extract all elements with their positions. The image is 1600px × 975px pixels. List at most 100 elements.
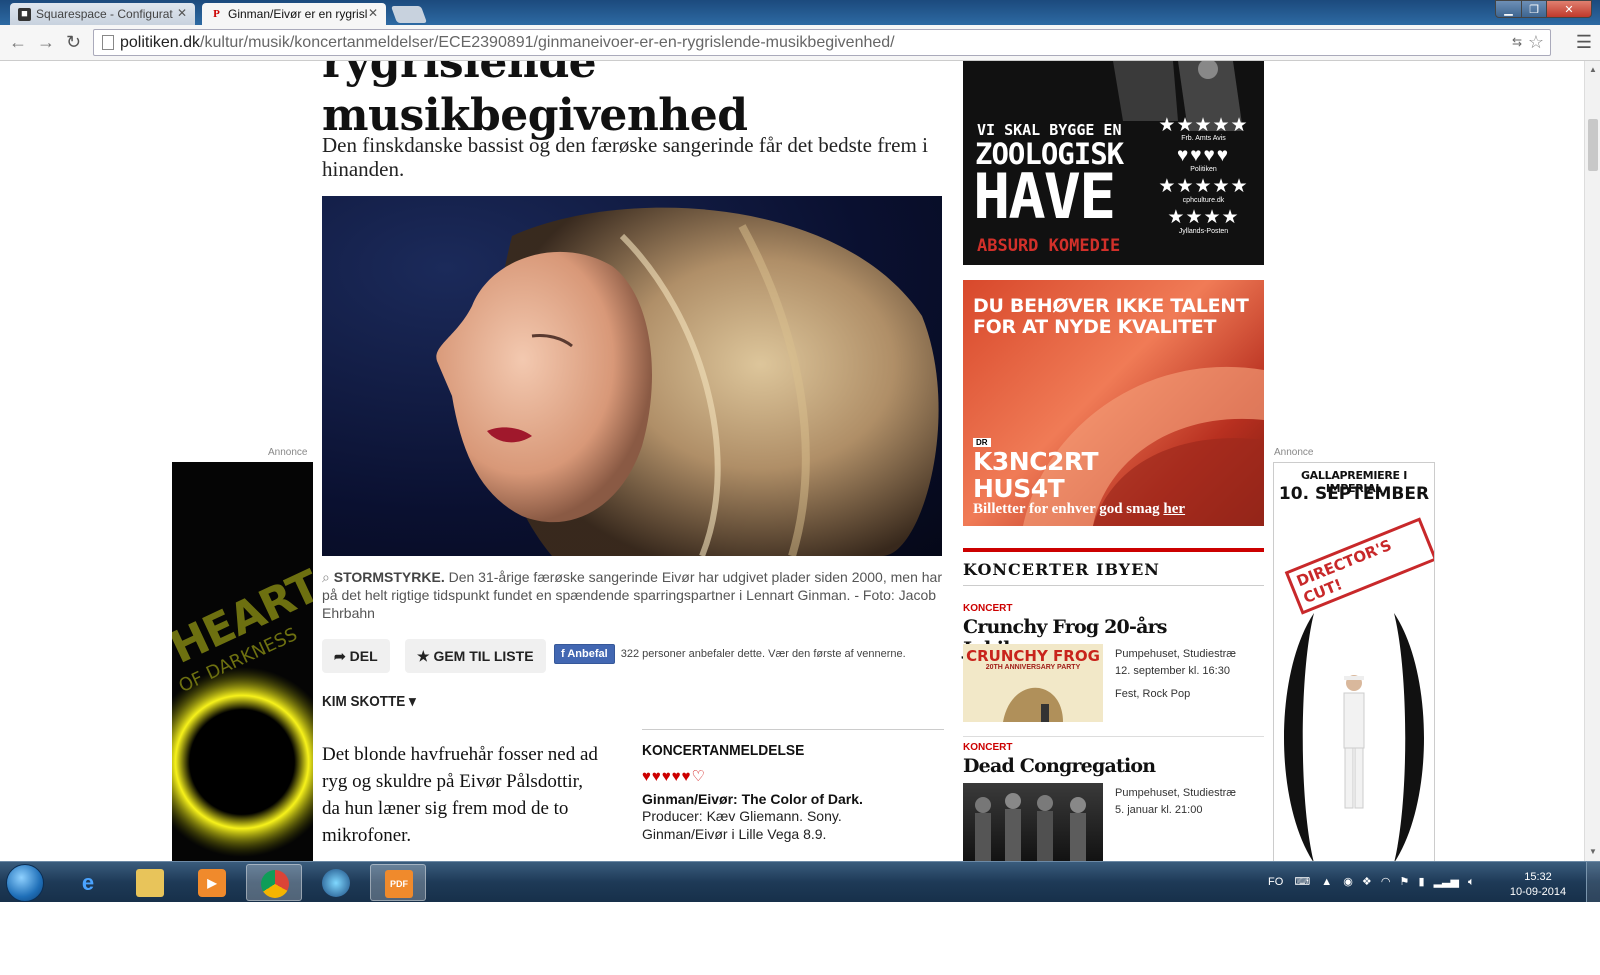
- event-title[interactable]: Dead Congregation: [963, 755, 1264, 777]
- taskbar-pdf[interactable]: PDF: [370, 864, 426, 901]
- browser-titlebar: ■ Squarespace - Configurat ✕ P Ginman/Ei…: [0, 0, 1600, 25]
- event-tag: KONCERT: [963, 603, 1013, 614]
- gallapremiere-ad[interactable]: GALLAPREMIERE I IMPERIAL 10. SEPTEMBER D…: [1273, 462, 1435, 861]
- save-to-list-button[interactable]: ★ GEM TIL LISTE: [405, 639, 546, 673]
- signal-icon[interactable]: ▂▃▅: [1434, 876, 1459, 888]
- address-bar[interactable]: politiken.dk/kultur/musik/koncertanmelde…: [93, 29, 1551, 56]
- start-button[interactable]: [6, 864, 44, 902]
- concerts-section-title: KONCERTER IBYEN: [963, 560, 1160, 579]
- heart-of-darkness-ad[interactable]: HEART OF DARKNESS: [172, 462, 313, 861]
- star-icon: ★: [417, 648, 430, 664]
- internet-explorer-icon: e: [81, 870, 95, 895]
- article-headline: rygrislende musikbegivenhed: [322, 61, 748, 141]
- url-text[interactable]: politiken.dk/kultur/musik/koncertanmelde…: [120, 34, 895, 52]
- share-arrow-icon: ➦: [334, 648, 346, 664]
- tab-close-icon[interactable]: ✕: [177, 6, 187, 20]
- page-viewport: rygrislende musikbegivenhed Den finskdan…: [0, 61, 1584, 861]
- ad-label-left: Annonce: [268, 447, 308, 458]
- dropbox-icon[interactable]: ❖: [1362, 876, 1372, 888]
- chrome-icon: [261, 870, 289, 898]
- taskbar-chrome[interactable]: [246, 864, 302, 901]
- review-producer: Producer: Kæv Gliemann. Sony.: [642, 808, 842, 824]
- maximize-button[interactable]: ❐: [1521, 0, 1547, 18]
- author-dropdown[interactable]: KIM SKOTTE ▾: [322, 692, 416, 710]
- scrollbar-thumb[interactable]: [1588, 119, 1598, 171]
- page-icon: [102, 35, 114, 50]
- gala-line2: 10. SEPTEMBER: [1278, 484, 1430, 504]
- blank-area: [0, 902, 1600, 975]
- reload-icon[interactable]: ↻: [66, 32, 81, 53]
- facebook-count-text: 322 personer anbefaler dette. Vær den fø…: [620, 648, 906, 660]
- section-divider: [963, 585, 1264, 586]
- tab-label: Ginman/Eivør er en rygrisl: [228, 7, 368, 21]
- browser-toolbar: ← → ↻ politiken.dk/kultur/musik/koncerta…: [0, 25, 1600, 61]
- koncerthus-link[interactable]: her: [1163, 501, 1185, 517]
- scroll-up-icon[interactable]: ▲: [1589, 65, 1597, 74]
- ad-label-right: Annonce: [1274, 447, 1314, 458]
- politiken-favicon-icon: P: [213, 8, 220, 20]
- show-desktop-button[interactable]: [1586, 862, 1600, 903]
- page-scrollbar[interactable]: ▲ ▼: [1584, 61, 1600, 861]
- media-player-icon: ▶: [198, 869, 226, 897]
- zoo-line4: ABSURD KOMEDIE: [977, 236, 1121, 256]
- chrome-menu-icon[interactable]: ☰: [1576, 32, 1592, 53]
- directors-cut-stamp: DIRECTOR'S CUT!: [1284, 517, 1434, 615]
- koncerthus-footer: Billetter for enhver god smag her: [973, 501, 1186, 517]
- facebook-recommend-button[interactable]: f Anbefal: [554, 644, 615, 664]
- taskbar-app[interactable]: [308, 864, 364, 901]
- minimize-button[interactable]: ▁: [1495, 0, 1522, 18]
- zoologisk-have-ad[interactable]: VI SKAL BYGGE EN ZOOLOGISK HAVE ABSURD K…: [963, 61, 1264, 265]
- zoo-line3: HAVE: [973, 160, 1116, 233]
- review-concert: Ginman/Eivør i Lille Vega 8.9.: [642, 826, 827, 842]
- rating-hearts: ♥♥♥♥♥♡: [642, 768, 706, 785]
- tab-close-icon[interactable]: ✕: [368, 6, 378, 20]
- taskbar-mediaplayer[interactable]: ▶: [184, 864, 240, 901]
- close-window-button[interactable]: ✕: [1546, 0, 1592, 18]
- koncerthuset-ad[interactable]: DU BEHØVER IKKE TALENT FOR AT NYDE KVALI…: [963, 280, 1264, 526]
- keyboard-icon[interactable]: ⌨: [1294, 876, 1310, 888]
- review-factbox: KONCERTANMELDELSE ♥♥♥♥♥♡ Ginman/Eivør: T…: [642, 729, 944, 843]
- article-body: Det blonde havfruehår fosser ned ad ryg …: [322, 744, 598, 846]
- event-item[interactable]: KONCERT Crunchy Frog 20-års Jubilæum CRU…: [963, 603, 1264, 733]
- bookmark-star-icon[interactable]: ☆: [1528, 32, 1544, 53]
- taskbar-ie[interactable]: e: [60, 864, 116, 901]
- tab-squarespace[interactable]: ■ Squarespace - Configurat ✕: [10, 3, 195, 25]
- translate-icon[interactable]: ⇆: [1512, 35, 1522, 49]
- review-title: KONCERTANMELDELSE: [642, 742, 805, 759]
- language-indicator[interactable]: FO: [1268, 876, 1283, 888]
- tab-politiken[interactable]: P Ginman/Eivør er en rygrisl ✕: [202, 3, 386, 25]
- tab-label: Squarespace - Configurat: [36, 7, 173, 21]
- article-subhead: Den finskdanske bassist og den færøske s…: [322, 133, 928, 181]
- pdf-icon: PDF: [385, 870, 413, 898]
- scroll-down-icon[interactable]: ▼: [1589, 847, 1597, 856]
- clock[interactable]: 15:32 10-09-2014: [1508, 870, 1568, 900]
- squarespace-favicon-icon: ■: [18, 8, 31, 21]
- wifi-icon[interactable]: ◠: [1381, 876, 1391, 888]
- back-arrow-icon[interactable]: ←: [9, 32, 27, 53]
- event-item[interactable]: KONCERT Dead Congregation Pumpehuset, St…: [963, 742, 1264, 861]
- windows-taskbar: e ▶ PDF FO ⌨ ▲ ◉ ❖ ◠ ⚑ ▮ ▂▃▅ 🔈︎ 15:32 10…: [0, 861, 1600, 903]
- koncerthus-logo: K3NC2RT HUS4T: [973, 447, 1099, 503]
- image-caption: ⌕ STORMSTYRKE. Den 31-årige færøske sang…: [322, 569, 942, 621]
- tray-expand-icon[interactable]: ▲: [1321, 876, 1332, 888]
- taskbar-explorer[interactable]: [122, 864, 178, 901]
- app-icon: [322, 869, 350, 897]
- event-image[interactable]: CRUNCHY FROG 20TH ANNIVERSARY PARTY: [963, 644, 1103, 722]
- new-tab-button[interactable]: [390, 6, 428, 23]
- flag-icon[interactable]: ⚑: [1400, 876, 1410, 888]
- network-icon[interactable]: ◉: [1343, 876, 1353, 888]
- share-button[interactable]: ➦ DEL: [322, 639, 390, 673]
- koncerthus-headline: DU BEHØVER IKKE TALENT FOR AT NYDE KVALI…: [973, 295, 1249, 338]
- forward-arrow-icon[interactable]: →: [37, 32, 55, 53]
- article-hero-image[interactable]: [322, 196, 942, 556]
- folder-icon: [136, 869, 164, 897]
- event-divider: [963, 736, 1264, 737]
- caret-down-icon: ▾: [409, 693, 416, 710]
- zoom-icon[interactable]: ⌕: [322, 569, 334, 585]
- clock-date: 10-09-2014: [1509, 886, 1567, 898]
- section-rule: [963, 548, 1264, 552]
- power-icon[interactable]: ▮: [1418, 876, 1424, 888]
- dr-logo: DR: [973, 438, 991, 447]
- event-image[interactable]: [963, 783, 1103, 861]
- volume-icon[interactable]: 🔈︎: [1468, 876, 1475, 888]
